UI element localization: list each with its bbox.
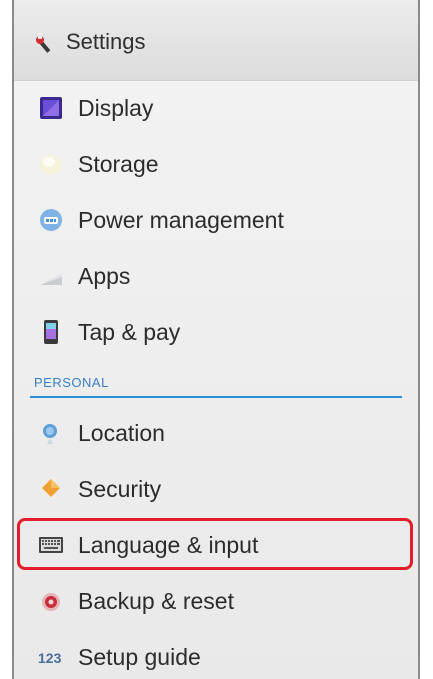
- settings-item-security[interactable]: Security: [14, 461, 418, 517]
- settings-item-label: Display: [78, 95, 154, 121]
- settings-item-label: Storage: [78, 151, 159, 177]
- section-header-personal: PERSONAL: [14, 368, 418, 402]
- settings-item-location[interactable]: Location: [14, 405, 418, 461]
- settings-item-backup-reset[interactable]: Backup & reset: [14, 573, 418, 629]
- settings-item-apps[interactable]: Apps: [14, 248, 418, 304]
- settings-panel: Settings Display Storage Power managemen…: [12, 0, 420, 679]
- settings-item-label: Location: [78, 420, 165, 446]
- settings-item-label: Tap & pay: [78, 319, 181, 345]
- settings-item-display[interactable]: Display: [14, 80, 418, 136]
- section-divider: [30, 396, 402, 398]
- storage-icon: [38, 151, 64, 177]
- tap-pay-icon: [38, 319, 64, 345]
- location-icon: [38, 420, 64, 446]
- settings-header[interactable]: Settings: [14, 0, 418, 81]
- highlight-box: [17, 518, 413, 570]
- settings-item-storage[interactable]: Storage: [14, 136, 418, 192]
- apps-icon: [38, 263, 64, 289]
- settings-wrench-icon: [34, 31, 58, 55]
- svg-text:123: 123: [38, 650, 62, 666]
- display-icon: [38, 95, 64, 121]
- settings-item-tap-pay[interactable]: Tap & pay: [14, 304, 418, 360]
- settings-item-power-management[interactable]: Power management: [14, 192, 418, 248]
- power-management-icon: [38, 207, 64, 233]
- settings-title: Settings: [66, 29, 146, 54]
- settings-item-label: Power management: [78, 207, 284, 233]
- setup-guide-icon: 123: [38, 644, 64, 670]
- settings-item-label: Security: [78, 476, 162, 502]
- backup-reset-icon: [38, 588, 64, 614]
- settings-item-setup-guide[interactable]: 123 Setup guide: [14, 629, 418, 679]
- settings-item-label: Backup & reset: [78, 588, 234, 614]
- settings-item-label: Apps: [78, 263, 131, 289]
- settings-item-label: Setup guide: [78, 644, 201, 670]
- section-title: PERSONAL: [34, 375, 109, 390]
- security-icon: [38, 476, 64, 502]
